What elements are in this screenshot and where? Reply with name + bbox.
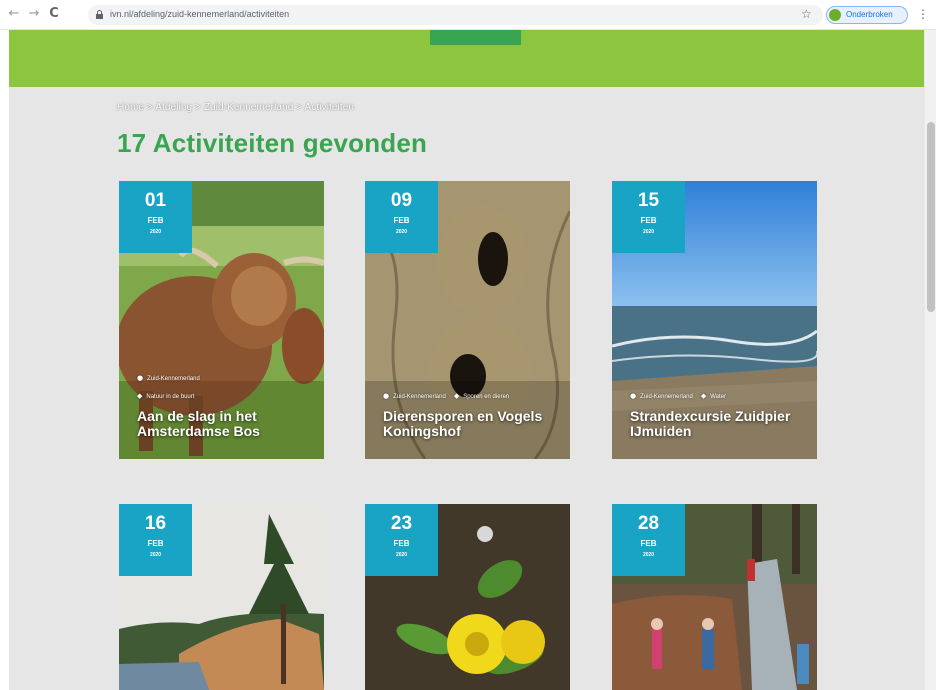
bookmark-star-icon[interactable]: ☆ xyxy=(801,7,812,21)
date-badge: 01 FEB 2020 xyxy=(119,181,192,253)
date-badge: 16 FEB 2020 xyxy=(119,504,192,576)
scrollbar[interactable] xyxy=(924,30,936,690)
date-day: 16 xyxy=(144,513,167,534)
browser-menu-icon[interactable]: ⋮ xyxy=(917,7,929,21)
forward-arrow-icon[interactable]: → xyxy=(26,6,42,22)
date-day: 01 xyxy=(144,190,167,211)
location-label: Zuid-Kennemerland xyxy=(393,394,446,400)
tag-icon: ◆ xyxy=(700,392,707,400)
tag-icon: ◆ xyxy=(137,392,143,400)
scroll-thumb[interactable] xyxy=(927,122,935,312)
location-pin-icon: ● xyxy=(630,392,637,400)
category-meta: ◆ Natuur in de buurt xyxy=(137,392,194,402)
category-label: Sporen en dieren xyxy=(463,394,510,400)
date-day: 23 xyxy=(390,513,413,534)
activity-card[interactable]: 09 FEB 2020 ● Zuid-Kennemerland ◆ Sporen en… xyxy=(365,181,570,459)
activity-card[interactable]: 28 FEB 2020 xyxy=(612,504,817,690)
date-month: FEB xyxy=(147,539,164,548)
page-title: 17 Activiteiten gevonden xyxy=(117,128,428,158)
date-badge: 23 FEB 2020 xyxy=(365,504,438,576)
location-pin-icon: ● xyxy=(383,392,390,400)
date-year: 2020 xyxy=(642,229,655,235)
avatar xyxy=(829,9,841,21)
date-day: 09 xyxy=(390,190,413,211)
banner-button[interactable] xyxy=(430,30,521,45)
header-banner xyxy=(9,30,935,87)
activity-card[interactable]: 23 FEB 2020 xyxy=(365,504,570,690)
date-badge: 09 FEB 2020 xyxy=(365,181,438,253)
date-year: 2020 xyxy=(395,552,408,558)
tag-icon: ◆ xyxy=(453,392,460,400)
category-label: Natuur in de buurt xyxy=(146,394,195,400)
profile-label: Onderbroken xyxy=(846,10,893,19)
url-text: ivn.nl/afdeling/zuid-kennemerland/activi… xyxy=(110,9,290,19)
breadcrumb[interactable]: Home > Afdeling > Zuid-Kennemerland > Ac… xyxy=(117,102,354,113)
address-bar[interactable]: ivn.nl/afdeling/zuid-kennemerland/activi… xyxy=(88,5,823,25)
location-label: Zuid-Kennemerland xyxy=(640,394,693,400)
date-year: 2020 xyxy=(642,552,655,558)
activity-card[interactable]: 01 FEB 2020 ● Zuid-Kennemerland ◆ Natuur i… xyxy=(119,181,324,459)
card-title[interactable]: Aan de slag in het Amsterdamse Bos xyxy=(137,409,317,439)
date-month: FEB xyxy=(640,539,657,548)
date-month: FEB xyxy=(393,216,410,225)
date-badge: 28 FEB 2020 xyxy=(612,504,685,576)
activity-card[interactable]: 16 FEB 2020 xyxy=(119,504,324,690)
date-year: 2020 xyxy=(395,229,408,235)
category-label: Water xyxy=(710,394,726,400)
lock-icon xyxy=(96,10,103,19)
profile-button[interactable]: Onderbroken xyxy=(826,6,908,24)
card-title[interactable]: Strandexcursie Zuidpier IJmuiden xyxy=(630,409,810,439)
date-day: 28 xyxy=(637,513,660,534)
web-page: Home > Afdeling > Zuid-Kennemerland > Ac… xyxy=(0,30,936,690)
date-day: 15 xyxy=(637,190,660,211)
location-label: Zuid-Kennemerland xyxy=(147,376,200,382)
location-meta: ● Zuid-Kennemerland ◆ Water xyxy=(630,392,726,402)
date-month: FEB xyxy=(640,216,657,225)
back-arrow-icon[interactable]: ← xyxy=(6,6,22,22)
date-month: FEB xyxy=(393,539,410,548)
reload-icon[interactable]: C xyxy=(46,6,62,22)
date-month: FEB xyxy=(147,216,164,225)
activity-card[interactable]: 15 FEB 2020 ● Zuid-Kennemerland ◆ Water Str… xyxy=(612,181,817,459)
location-meta: ● Zuid-Kennemerland xyxy=(137,374,200,384)
location-meta: ● Zuid-Kennemerland ◆ Sporen en dieren xyxy=(383,392,509,402)
date-year: 2020 xyxy=(149,552,162,558)
date-year: 2020 xyxy=(149,229,162,235)
location-pin-icon: ● xyxy=(137,374,144,382)
browser-toolbar: ← → C ivn.nl/afdeling/zuid-kennemerland/… xyxy=(0,0,936,30)
card-title[interactable]: Dierensporen en Vogels Koningshof xyxy=(383,409,563,439)
date-badge: 15 FEB 2020 xyxy=(612,181,685,253)
